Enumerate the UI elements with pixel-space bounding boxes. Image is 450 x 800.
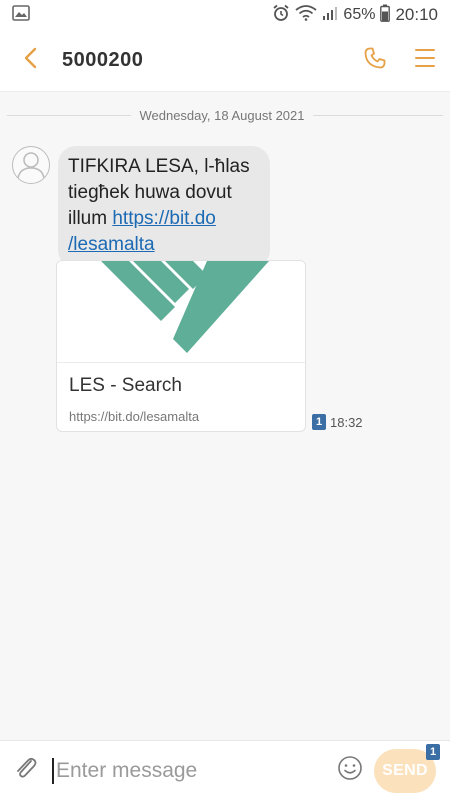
message-bubble[interactable]: TIFKIRA LESA, l-ħlas tiegħek huwa dovut … [58,146,270,268]
message-meta: 1 18:32 [312,414,363,430]
preview-logo-image [57,261,305,363]
smiley-icon [337,755,363,786]
message-link-line1: https://bit.do [112,208,216,229]
divider-line [312,115,443,116]
wifi-icon [295,4,317,26]
preview-title: LES - Search [69,375,182,396]
sim-badge: 1 [426,743,440,760]
battery-percent: 65% [343,6,376,23]
back-button[interactable] [0,30,62,92]
message-time: 18:32 [330,414,363,430]
battery-icon [380,4,391,27]
conversation-title: 5000200 [62,49,144,71]
link-preview-card[interactable]: LES - Search https://bit.do/lesamalta [56,260,306,432]
preview-url: https://bit.do/lesamalta [69,409,200,424]
phone-icon [363,46,387,75]
message-input[interactable] [56,758,316,783]
contact-avatar[interactable] [12,146,50,184]
sim-badge: 1 [312,414,326,430]
app-bar: 5000200 [0,30,450,92]
menu-button[interactable] [400,30,450,92]
clock: 20:10 [395,5,438,24]
status-bar: 65% 20:10 [0,0,450,30]
message-composer: SEND 1 [0,740,450,800]
date-label: Wednesday, 18 August 2021 [139,108,305,123]
message-input-wrap [52,741,332,800]
person-icon [14,147,48,183]
menu-icon [414,48,436,73]
back-chevron-icon [23,47,39,74]
image-icon [12,4,30,26]
send-wrap: SEND 1 [368,741,442,800]
attach-button[interactable] [0,741,52,800]
message-link-line2: /lesamalta [68,234,155,255]
signal-icon [322,5,338,26]
alarm-icon [272,4,290,27]
date-divider: Wednesday, 18 August 2021 [0,108,450,123]
paperclip-icon [13,755,39,786]
call-button[interactable] [350,30,400,92]
divider-line [7,115,132,116]
emoji-button[interactable] [332,741,368,800]
text-cursor [52,757,54,784]
